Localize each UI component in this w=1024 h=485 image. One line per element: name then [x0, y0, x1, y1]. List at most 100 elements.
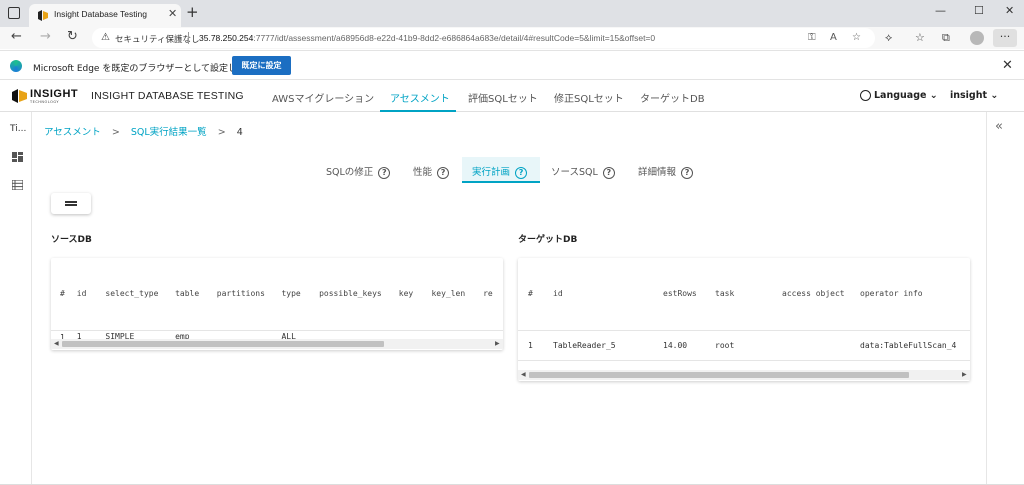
source-horizontal-scrollbar[interactable]: ◀ ▶	[51, 339, 503, 349]
tab-performance[interactable]: 性能?	[413, 157, 450, 183]
col-header: key	[398, 289, 414, 299]
more-menu-button[interactable]: ···	[993, 29, 1017, 47]
col-header: estRows	[663, 289, 697, 299]
nav-fixed-sql-set[interactable]: 修正SQLセット	[554, 90, 624, 105]
default-browser-infobar: Microsoft Edge を既定のブラウザーとして設定しますか? 既定に設定…	[0, 50, 1024, 80]
cell: 14.00	[663, 340, 688, 350]
nav-eval-sql-set[interactable]: 評価SQLセット	[468, 90, 538, 105]
url-field[interactable]: ⚠ セキュリティ保護なし 35.78.250.254:7777/idt/asse…	[92, 28, 875, 48]
insight-logo-icon	[12, 89, 27, 103]
extensions-icon[interactable]: ⟡	[885, 31, 892, 45]
scrollbar-thumb[interactable]	[529, 372, 909, 378]
scroll-right-icon[interactable]: ▶	[495, 339, 500, 349]
col-header: re	[483, 289, 493, 299]
breadcrumb-sql-results[interactable]: SQL実行結果一覧	[131, 127, 207, 138]
tab-label: ソースSQL	[551, 167, 598, 178]
dashboard-icon[interactable]	[12, 152, 23, 162]
help-icon[interactable]: ?	[437, 167, 450, 179]
url-path: :7777/idt/assessment/a68956d8-e22d-41b9-…	[253, 33, 656, 43]
sidebar-title[interactable]: Ti...	[10, 124, 26, 134]
tab-label: 詳細情報	[638, 167, 677, 178]
tab-label: 性能	[413, 167, 433, 178]
list-icon[interactable]	[12, 180, 23, 190]
security-label[interactable]: セキュリティ保護なし	[115, 33, 200, 45]
url-text[interactable]: 35.78.250.254:7777/idt/assessment/a68956…	[199, 33, 655, 43]
cell: root	[715, 340, 735, 350]
back-button[interactable]: ←	[11, 29, 22, 44]
col-header: operator info	[860, 289, 923, 299]
minimize-button[interactable]: —	[935, 4, 946, 17]
breadcrumb-current: 4	[236, 127, 243, 138]
collections-icon[interactable]: ⧉	[942, 31, 950, 45]
logo-text: INSIGHT	[30, 88, 79, 100]
active-nav-indicator	[380, 110, 456, 112]
scroll-left-icon[interactable]: ◀	[521, 370, 526, 380]
profile-avatar[interactable]	[970, 31, 984, 45]
set-default-button[interactable]: 既定に設定	[232, 56, 291, 75]
help-icon[interactable]: ?	[602, 167, 615, 179]
app-name: INSIGHT DATABASE TESTING	[91, 90, 244, 102]
browser-tab[interactable]: Insight Database Testing ✕	[29, 4, 181, 27]
col-header: id	[553, 289, 563, 299]
nav-aws-migration[interactable]: AWSマイグレーション	[272, 90, 374, 105]
left-sidebar: Ti...	[0, 112, 32, 485]
nav-assessment[interactable]: アセスメント	[390, 90, 450, 105]
table-header-row: # id estRows task access object operator…	[518, 258, 970, 330]
breadcrumb-separator: >	[111, 127, 120, 138]
help-icon[interactable]: ?	[378, 167, 391, 179]
window-menu-icon[interactable]	[8, 7, 20, 19]
logo-subtext: TECHNOLOGY	[30, 100, 60, 104]
menu-line	[65, 204, 77, 206]
col-header: table	[175, 289, 200, 299]
menu-button[interactable]	[51, 193, 91, 214]
breadcrumb-assessment[interactable]: アセスメント	[44, 127, 101, 138]
tab-details[interactable]: 詳細情報?	[638, 157, 694, 183]
user-menu[interactable]: insight ⌄	[950, 90, 998, 101]
target-plan-card: # id estRows task access object operator…	[518, 258, 970, 381]
new-tab-button[interactable]: +	[186, 3, 199, 21]
col-header: key_len	[431, 289, 466, 299]
key-icon[interactable]: ⚿	[808, 32, 816, 43]
forward-button[interactable]: →	[40, 29, 51, 44]
favorites-icon[interactable]: ☆	[915, 31, 925, 44]
help-icon[interactable]: ?	[515, 167, 528, 179]
maximize-button[interactable]: ☐	[974, 4, 984, 17]
table-row[interactable]: 1 TableReader_5 14.00 root data:TableFul…	[518, 330, 970, 360]
source-plan-table: # id select_type table partitions type p…	[51, 258, 503, 342]
target-horizontal-scrollbar[interactable]: ◀ ▶	[518, 370, 970, 380]
breadcrumb: アセスメント > SQL実行結果一覧 > 4	[44, 124, 243, 138]
col-header: partitions	[216, 289, 265, 299]
scrollbar-thumb[interactable]	[62, 341, 384, 347]
col-header: id	[76, 289, 87, 299]
tab-close-icon[interactable]: ✕	[168, 7, 177, 20]
col-header: possible_keys	[319, 289, 382, 299]
tab-source-sql[interactable]: ソースSQL?	[551, 157, 615, 183]
tab-execution-plan[interactable]: 実行計画?	[462, 157, 540, 183]
collapse-icon[interactable]: «	[995, 119, 1003, 134]
language-menu[interactable]: Language ⌄	[874, 90, 938, 101]
col-header: type	[281, 289, 301, 299]
scroll-right-icon[interactable]: ▶	[962, 370, 967, 380]
source-plan-card: # id select_type table partitions type p…	[51, 258, 503, 350]
infobar-close-icon[interactable]: ✕	[1002, 58, 1013, 73]
warning-icon[interactable]: ⚠	[101, 32, 110, 43]
cell: TableReader_5	[553, 340, 616, 350]
col-header: #	[528, 289, 533, 299]
source-db-title: ソースDB	[51, 235, 92, 245]
col-header: select_type	[105, 289, 159, 299]
col-header: task	[715, 289, 735, 299]
insight-favicon-icon	[38, 10, 48, 21]
tab-sql-fix[interactable]: SQLの修正?	[326, 157, 391, 183]
table-header-row: # id select_type table partitions type p…	[51, 258, 503, 330]
favorite-add-icon[interactable]: ☆	[852, 32, 861, 43]
target-plan-table: # id estRows task access object operator…	[518, 258, 970, 381]
scroll-left-icon[interactable]: ◀	[54, 339, 59, 349]
right-sidebar: «	[986, 112, 1024, 485]
nav-target-db[interactable]: ターゲットDB	[640, 90, 705, 105]
refresh-button[interactable]: ↻	[67, 29, 78, 44]
cell	[782, 330, 860, 360]
help-icon[interactable]: ?	[681, 167, 694, 179]
read-aloud-icon[interactable]: A	[830, 32, 837, 43]
url-host: 35.78.250.254	[199, 33, 254, 43]
close-window-button[interactable]: ✕	[1005, 4, 1014, 17]
